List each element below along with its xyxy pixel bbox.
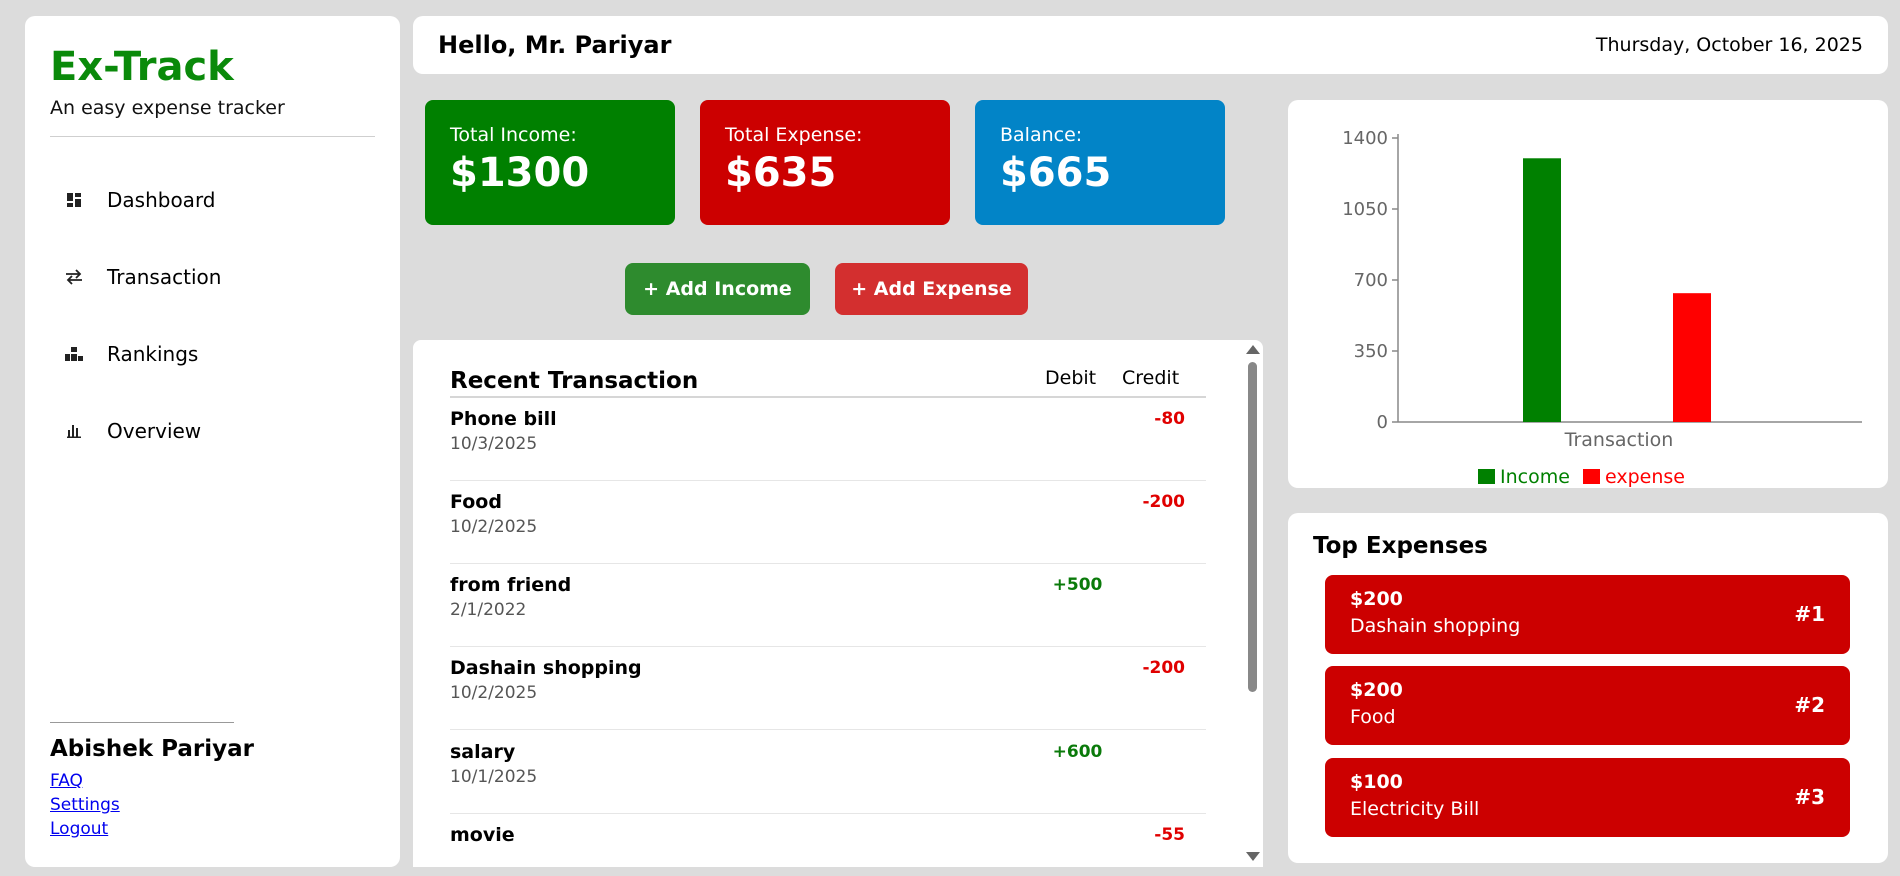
- top-expense-item[interactable]: $200 Food #2: [1325, 666, 1850, 745]
- income-value: $1300: [450, 150, 590, 196]
- transaction-name: from friend: [450, 574, 572, 596]
- transaction-name: movie: [450, 824, 515, 846]
- add-expense-button[interactable]: + Add Expense: [835, 263, 1028, 315]
- income-label: Total Income:: [450, 124, 577, 146]
- top-expense-label: Dashain shopping: [1350, 615, 1521, 637]
- dashboard-icon: [65, 191, 83, 209]
- expense-label: Total Expense:: [725, 124, 863, 146]
- divider: [50, 722, 234, 723]
- top-expense-item[interactable]: $200 Dashain shopping #1: [1325, 575, 1850, 654]
- transaction-date: 10/2/2025: [450, 683, 538, 703]
- balance-value: $665: [1000, 150, 1112, 196]
- top-expense-amount: $200: [1350, 588, 1403, 610]
- transactions-title: Recent Transaction: [450, 368, 699, 394]
- legend-label: expense: [1605, 466, 1685, 488]
- transaction-date: 10/1/2025: [450, 767, 538, 787]
- scroll-up-icon[interactable]: [1246, 345, 1260, 354]
- transaction-credit: -55: [1154, 825, 1185, 845]
- transaction-row[interactable]: Food 10/2/2025 -200: [450, 481, 1206, 564]
- top-expense-amount: $100: [1350, 771, 1403, 793]
- nav-item-rankings[interactable]: Rankings: [65, 334, 198, 374]
- transaction-credit: -80: [1154, 409, 1185, 429]
- top-expense-amount: $200: [1350, 679, 1403, 701]
- header: Hello, Mr. Pariyar Thursday, October 16,…: [413, 16, 1888, 74]
- transaction-row[interactable]: from friend 2/1/2022 +500: [450, 564, 1206, 647]
- top-expense-label: Food: [1350, 706, 1396, 728]
- bar-expense: [1673, 293, 1711, 422]
- credit-header: Credit: [1122, 367, 1180, 389]
- y-tick-label: 700: [1354, 270, 1388, 291]
- top-expense-item[interactable]: $100 Electricity Bill #3: [1325, 758, 1850, 837]
- settings-link[interactable]: Settings: [50, 795, 120, 815]
- top-expense-rank: #2: [1794, 693, 1825, 717]
- balance-label: Balance:: [1000, 124, 1083, 146]
- expense-card: Total Expense: $635: [700, 100, 950, 225]
- nav-label: Rankings: [107, 342, 199, 366]
- transaction-credit: -200: [1142, 492, 1185, 512]
- top-expense-rank: #3: [1794, 785, 1825, 809]
- transfer-icon: [65, 268, 83, 286]
- brand-title: Ex-Track: [50, 44, 234, 90]
- transaction-debit: +600: [1052, 742, 1103, 762]
- transaction-name: Dashain shopping: [450, 657, 642, 679]
- legend-swatch: [1478, 469, 1495, 484]
- greeting: Hello, Mr. Pariyar: [438, 31, 672, 59]
- divider: [50, 136, 375, 137]
- legend-label: Income: [1500, 466, 1570, 488]
- current-date: Thursday, October 16, 2025: [1595, 34, 1863, 56]
- scrollbar[interactable]: [1242, 340, 1263, 867]
- brand-tagline: An easy expense tracker: [50, 97, 285, 119]
- transaction-date: 10/3/2025: [450, 434, 538, 454]
- podium-icon: [65, 345, 83, 363]
- sidebar: Ex-Track An easy expense tracker Dashboa…: [25, 16, 400, 867]
- nav-item-dashboard[interactable]: Dashboard: [65, 180, 216, 220]
- y-tick-label: 350: [1354, 341, 1388, 362]
- bar-chart-icon: [65, 422, 83, 440]
- transaction-debit: +500: [1052, 575, 1103, 595]
- y-tick-label: 1050: [1342, 199, 1388, 220]
- transaction-date: 10/2/2025: [450, 517, 538, 537]
- debit-header: Debit: [1045, 367, 1097, 389]
- y-tick-label: 1400: [1342, 128, 1388, 149]
- transaction-row[interactable]: movie -55: [450, 814, 1206, 867]
- transaction-name: Phone bill: [450, 408, 557, 430]
- bar-income: [1523, 158, 1561, 422]
- legend-swatch: [1583, 469, 1600, 484]
- top-expense-rank: #1: [1794, 602, 1825, 626]
- transaction-row[interactable]: salary 10/1/2025 +600: [450, 731, 1206, 814]
- top-expenses-title: Top Expenses: [1313, 533, 1488, 559]
- nav-label: Transaction: [107, 265, 222, 289]
- y-tick-label: 0: [1377, 412, 1388, 433]
- transaction-date: 2/1/2022: [450, 600, 527, 620]
- top-expense-label: Electricity Bill: [1350, 798, 1480, 820]
- nav-item-transaction[interactable]: Transaction: [65, 257, 221, 297]
- add-income-button[interactable]: + Add Income: [625, 263, 810, 315]
- x-tick-label: Transaction: [1564, 429, 1674, 451]
- recent-transactions-panel: Recent Transaction Debit Credit Phone bi…: [413, 340, 1263, 867]
- income-expense-chart: 0 350 700 1050 1400 Transaction Income expense: [1288, 100, 1888, 488]
- scrollbar-thumb[interactable]: [1248, 362, 1257, 692]
- bar-chart: 0 350 700 1050 1400 Transaction Income expense: [1342, 128, 1862, 488]
- balance-card: Balance: $665: [975, 100, 1225, 225]
- user-name: Abishek Pariyar: [50, 736, 254, 762]
- expense-value: $635: [725, 150, 837, 196]
- transaction-row[interactable]: Phone bill 10/3/2025 -80: [450, 398, 1206, 481]
- nav-item-overview[interactable]: Overview: [65, 411, 201, 451]
- income-card: Total Income: $1300: [425, 100, 675, 225]
- top-expenses-panel: Top Expenses $200 Dashain shopping #1 $2…: [1288, 513, 1888, 863]
- nav-label: Dashboard: [107, 188, 216, 212]
- transaction-credit: -200: [1142, 658, 1185, 678]
- transaction-name: salary: [450, 741, 516, 763]
- transaction-row[interactable]: Dashain shopping 10/2/2025 -200: [450, 647, 1206, 730]
- faq-link[interactable]: FAQ: [50, 771, 83, 791]
- transaction-name: Food: [450, 491, 502, 513]
- logout-link[interactable]: Logout: [50, 819, 108, 839]
- scroll-down-icon[interactable]: [1246, 852, 1260, 861]
- nav-label: Overview: [107, 419, 202, 443]
